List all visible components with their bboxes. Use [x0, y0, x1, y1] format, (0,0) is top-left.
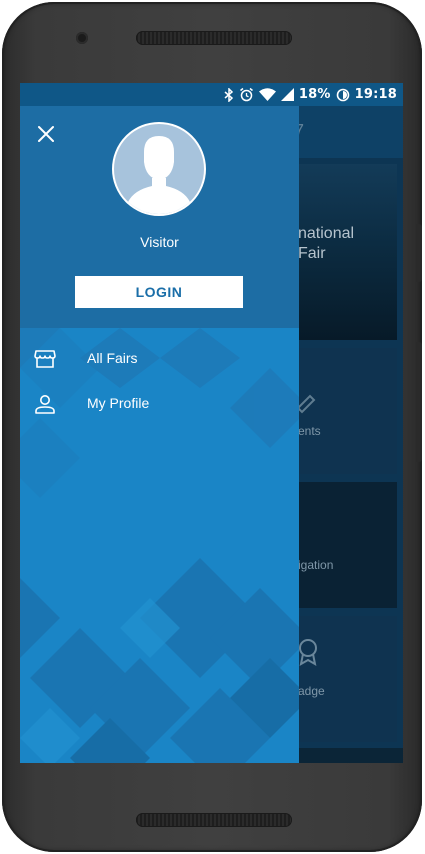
user-name: Visitor [140, 234, 179, 250]
battery-saver-icon [336, 88, 349, 101]
wifi-icon [258, 88, 276, 101]
clock: 19:18 [354, 87, 397, 102]
front-camera [76, 32, 88, 44]
alarm-icon [239, 87, 253, 102]
power-button [416, 342, 422, 462]
status-bar: 18% 19:18 [20, 83, 403, 106]
avatar[interactable] [112, 122, 206, 216]
person-icon [35, 395, 55, 414]
menu-item-label: All Fairs [87, 350, 138, 366]
bluetooth-icon [224, 87, 233, 102]
badge-label: adge [298, 684, 325, 698]
battery-percent: 18% [298, 87, 331, 102]
drawer-header: Visitor LOGIN [20, 106, 299, 328]
bottom-speaker [136, 813, 292, 827]
login-button[interactable]: LOGIN [75, 276, 243, 308]
card-title-line1: national [298, 225, 355, 242]
screen: 18% 19:18 7 national Fair ents igation a… [20, 83, 403, 763]
close-icon[interactable] [34, 122, 58, 146]
volume-button [416, 224, 422, 282]
menu-item-all-fairs[interactable]: All Fairs [20, 339, 299, 379]
top-speaker [136, 31, 292, 45]
user-silhouette-icon [128, 136, 190, 214]
card-title-line2: Fair [298, 245, 326, 262]
menu-item-label: My Profile [87, 395, 150, 411]
navigation-drawer: Visitor LOGIN All Fairs My Profile [20, 106, 299, 763]
store-icon [34, 350, 56, 368]
navigation-label: igation [298, 558, 334, 572]
signal-icon [280, 88, 294, 101]
menu-item-my-profile[interactable]: My Profile [20, 384, 299, 424]
events-label: ents [298, 424, 321, 438]
